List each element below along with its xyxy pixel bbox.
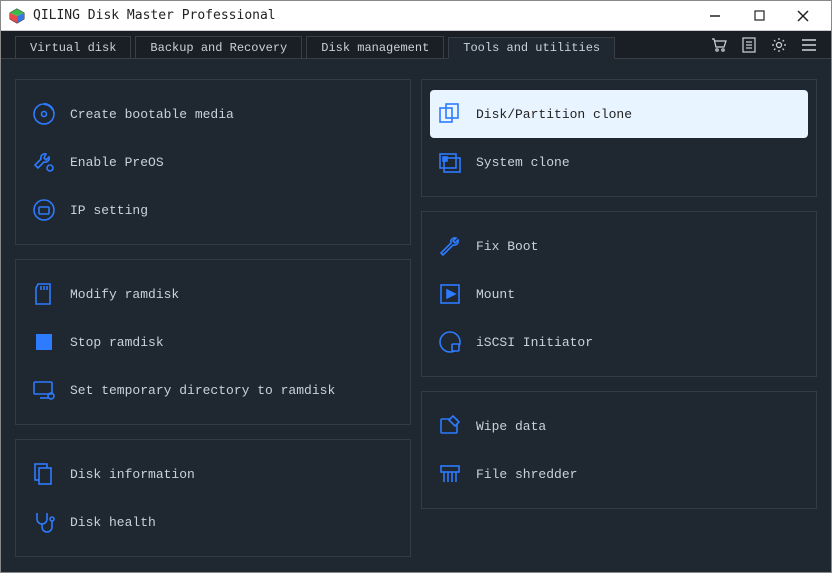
tab-backup-recovery[interactable]: Backup and Recovery xyxy=(135,36,302,58)
item-label: Stop ramdisk xyxy=(70,335,164,350)
wrench-icon xyxy=(438,234,462,258)
disc-icon xyxy=(32,102,56,126)
item-wipe-data[interactable]: Wipe data xyxy=(430,402,808,450)
clone-icon xyxy=(438,102,462,126)
disk-icon xyxy=(438,330,462,354)
item-label: IP setting xyxy=(70,203,148,218)
item-set-temp-ramdisk[interactable]: Set temporary directory to ramdisk xyxy=(24,366,402,414)
item-label: Fix Boot xyxy=(476,239,538,254)
panel-ramdisk: Modify ramdisk Stop ramdisk Set temporar… xyxy=(15,259,411,425)
item-label: iSCSI Initiator xyxy=(476,335,593,350)
maximize-button[interactable] xyxy=(737,2,781,30)
window-title: QILING Disk Master Professional xyxy=(33,8,693,23)
settings-icon[interactable] xyxy=(771,37,787,53)
panel-disk-info: Disk information Disk health xyxy=(15,439,411,557)
tab-label: Tools and utilities xyxy=(463,41,600,55)
panel-wipe-shred: Wipe data File shredder xyxy=(421,391,817,509)
log-icon[interactable] xyxy=(741,37,757,53)
document-icon xyxy=(32,462,56,486)
tab-label: Virtual disk xyxy=(30,41,116,55)
monitor-icon xyxy=(32,198,56,222)
item-disk-partition-clone[interactable]: Disk/Partition clone xyxy=(430,90,808,138)
item-disk-health[interactable]: Disk health xyxy=(24,498,402,546)
tab-label: Disk management xyxy=(321,41,429,55)
content-area: Create bootable media Enable PreOS IP se… xyxy=(1,59,831,572)
item-fix-boot[interactable]: Fix Boot xyxy=(430,222,808,270)
minimize-button[interactable] xyxy=(693,2,737,30)
tabbar: Virtual disk Backup and Recovery Disk ma… xyxy=(1,31,831,59)
tab-tools-utilities[interactable]: Tools and utilities xyxy=(448,37,615,59)
item-label: Wipe data xyxy=(476,419,546,434)
eraser-icon xyxy=(438,414,462,438)
item-ip-setting[interactable]: IP setting xyxy=(24,186,402,234)
monitor-gear-icon xyxy=(32,378,56,402)
item-disk-information[interactable]: Disk information xyxy=(24,450,402,498)
panel-clone: Disk/Partition clone System clone xyxy=(421,79,817,197)
item-label: Disk health xyxy=(70,515,156,530)
item-label: Disk/Partition clone xyxy=(476,107,632,122)
item-label: Create bootable media xyxy=(70,107,234,122)
close-button[interactable] xyxy=(781,2,825,30)
item-enable-preos[interactable]: Enable PreOS xyxy=(24,138,402,186)
item-label: File shredder xyxy=(476,467,577,482)
stop-icon xyxy=(32,330,56,354)
tab-virtual-disk[interactable]: Virtual disk xyxy=(15,36,131,58)
tab-disk-management[interactable]: Disk management xyxy=(306,36,444,58)
app-logo-icon xyxy=(9,8,25,24)
system-clone-icon xyxy=(438,150,462,174)
item-iscsi-initiator[interactable]: iSCSI Initiator xyxy=(430,318,808,366)
item-label: Mount xyxy=(476,287,515,302)
menu-icon[interactable] xyxy=(801,37,817,53)
item-label: System clone xyxy=(476,155,570,170)
item-system-clone[interactable]: System clone xyxy=(430,138,808,186)
tab-label: Backup and Recovery xyxy=(150,41,287,55)
stethoscope-icon xyxy=(32,510,56,534)
cart-icon[interactable] xyxy=(711,37,727,53)
item-label: Set temporary directory to ramdisk xyxy=(70,383,335,398)
shredder-icon xyxy=(438,462,462,486)
panel-boot-media: Create bootable media Enable PreOS IP se… xyxy=(15,79,411,245)
item-stop-ramdisk[interactable]: Stop ramdisk xyxy=(24,318,402,366)
play-icon xyxy=(438,282,462,306)
sd-card-icon xyxy=(32,282,56,306)
tools-icon xyxy=(32,150,56,174)
titlebar: QILING Disk Master Professional xyxy=(1,1,831,31)
item-create-bootable-media[interactable]: Create bootable media xyxy=(24,90,402,138)
item-label: Disk information xyxy=(70,467,195,482)
item-label: Enable PreOS xyxy=(70,155,164,170)
item-mount[interactable]: Mount xyxy=(430,270,808,318)
item-file-shredder[interactable]: File shredder xyxy=(430,450,808,498)
panel-fix-mount: Fix Boot Mount iSCSI Initiator xyxy=(421,211,817,377)
item-modify-ramdisk[interactable]: Modify ramdisk xyxy=(24,270,402,318)
item-label: Modify ramdisk xyxy=(70,287,179,302)
